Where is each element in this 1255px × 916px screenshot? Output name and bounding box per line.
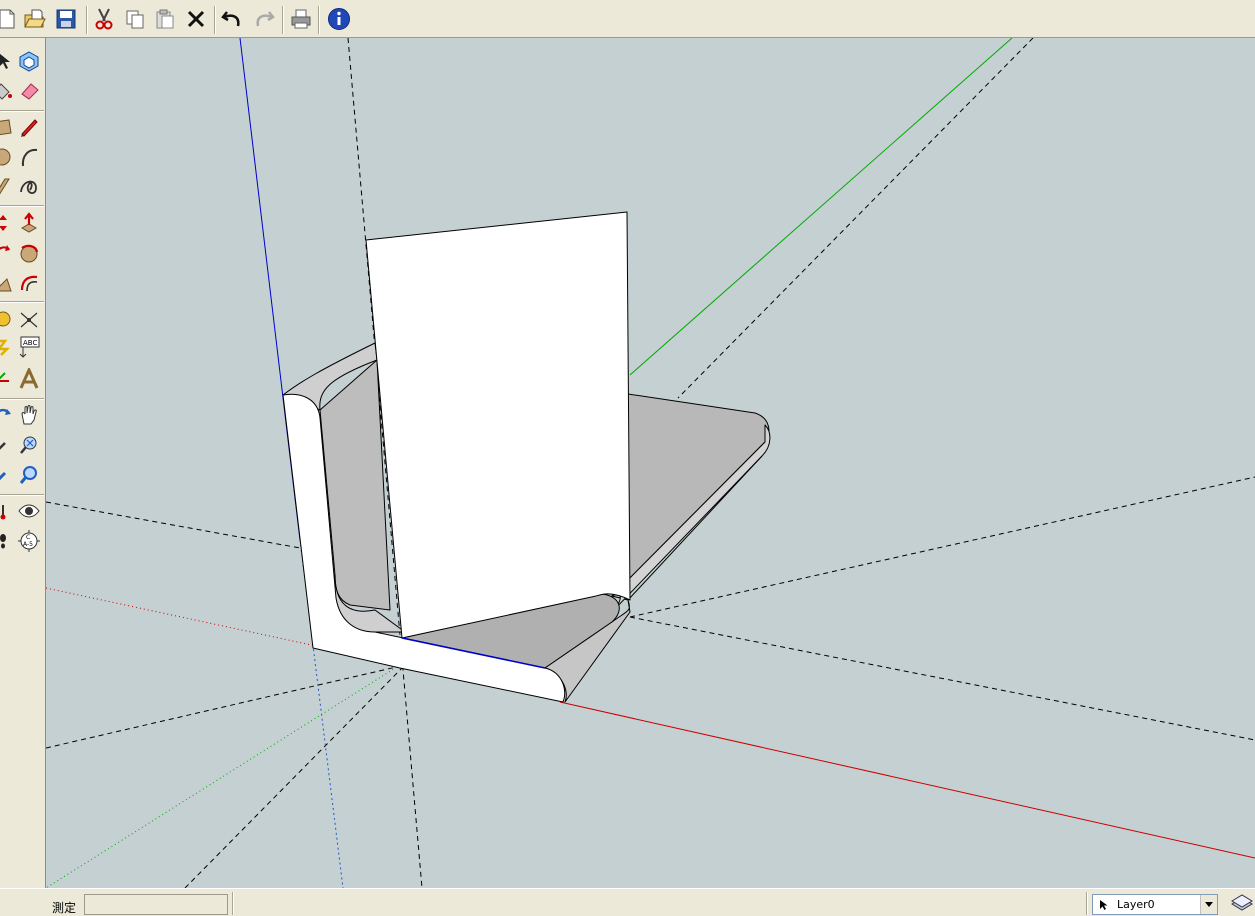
save-icon[interactable] (53, 6, 79, 32)
freehand-icon[interactable] (16, 174, 42, 200)
move-icon[interactable] (0, 210, 16, 236)
rectangle-icon[interactable] (0, 114, 16, 140)
paste-icon[interactable] (152, 6, 178, 32)
arc-icon[interactable] (16, 144, 42, 170)
red-axis (559, 701, 1255, 859)
erase-icon[interactable] (183, 6, 209, 32)
status-separator (1086, 892, 1088, 915)
select-icon[interactable] (0, 48, 16, 74)
angle-model (282, 211, 771, 703)
protractor-icon[interactable] (0, 334, 16, 360)
measurement-input[interactable] (84, 894, 228, 915)
svg-text:ABC: ABC (23, 339, 37, 347)
guide-line-left (46, 501, 301, 549)
model-canvas[interactable] (46, 38, 1255, 888)
guide-line-lower-left (46, 664, 406, 749)
print-icon[interactable] (288, 6, 314, 32)
copy-icon[interactable] (122, 6, 148, 32)
tool-palette: ABC C A-5 (0, 38, 46, 888)
toolbar-separator (318, 6, 320, 34)
main-toolbar (0, 0, 1255, 38)
toolbar-separator (214, 6, 216, 34)
zoom-window-icon[interactable] (16, 432, 42, 458)
cursor-arrow-icon (1099, 899, 1109, 914)
look-around-icon[interactable] (16, 498, 42, 524)
measurement-label: 測定 (52, 901, 77, 915)
guide-line-right (629, 476, 1255, 618)
svg-text:C: C (26, 534, 30, 541)
position-camera-icon[interactable] (0, 498, 16, 524)
flange-top-face (611, 393, 770, 601)
tool-separator (0, 301, 44, 303)
tool-separator (0, 494, 44, 496)
section-plane-face (365, 211, 631, 639)
layers-icon[interactable] (1228, 891, 1254, 915)
green-axis-hidden (46, 664, 401, 888)
previous-icon[interactable] (16, 462, 42, 488)
layer-name: Layer0 (1117, 898, 1155, 911)
text-icon[interactable]: ABC (16, 334, 42, 360)
pan-icon[interactable] (16, 402, 42, 428)
undo-icon[interactable] (219, 6, 245, 32)
redo-icon[interactable] (251, 6, 277, 32)
zoom-extents-icon[interactable] (0, 462, 16, 488)
polygon-icon[interactable] (0, 174, 16, 200)
offset-icon[interactable] (16, 270, 42, 296)
guide-line-green-parallel (677, 38, 1034, 399)
tool-separator (0, 205, 44, 207)
3d-text-icon[interactable] (16, 366, 42, 392)
paint-bucket-icon[interactable] (0, 78, 16, 104)
status-bar: 測定 Layer0 (0, 888, 1255, 915)
circle-icon[interactable] (0, 144, 16, 170)
zoom-icon[interactable] (0, 432, 16, 458)
component-icon[interactable] (16, 48, 42, 74)
model-info-icon[interactable] (326, 6, 352, 32)
axes-icon[interactable] (0, 366, 16, 392)
toolbar-separator (282, 6, 284, 34)
cut-icon[interactable] (91, 6, 117, 32)
open-icon[interactable] (22, 6, 48, 32)
tool-separator (0, 398, 44, 400)
orbit-icon[interactable] (0, 402, 16, 428)
new-icon[interactable] (0, 6, 20, 32)
chevron-down-icon[interactable] (1200, 895, 1217, 914)
follow-me-icon[interactable] (16, 240, 42, 266)
svg-text:A-5: A-5 (23, 541, 33, 548)
section-plane-icon[interactable]: C A-5 (16, 528, 42, 554)
guide-line-right-lower (629, 616, 1255, 741)
rotate-icon[interactable] (0, 240, 16, 266)
layer-dropdown[interactable]: Layer0 (1092, 894, 1218, 915)
guide-line-bottom (184, 664, 406, 888)
eraser-icon[interactable] (16, 78, 42, 104)
dimension-icon[interactable] (16, 306, 42, 332)
push-pull-icon[interactable] (16, 210, 42, 236)
drawing-viewport[interactable] (46, 38, 1255, 888)
pencil-icon[interactable] (16, 114, 42, 140)
tool-separator (0, 110, 44, 112)
toolbar-separator (86, 6, 88, 34)
scale-icon[interactable] (0, 270, 16, 296)
tape-measure-icon[interactable] (0, 306, 16, 332)
green-axis (629, 38, 1013, 376)
walk-icon[interactable] (0, 528, 16, 554)
status-separator (232, 892, 234, 915)
